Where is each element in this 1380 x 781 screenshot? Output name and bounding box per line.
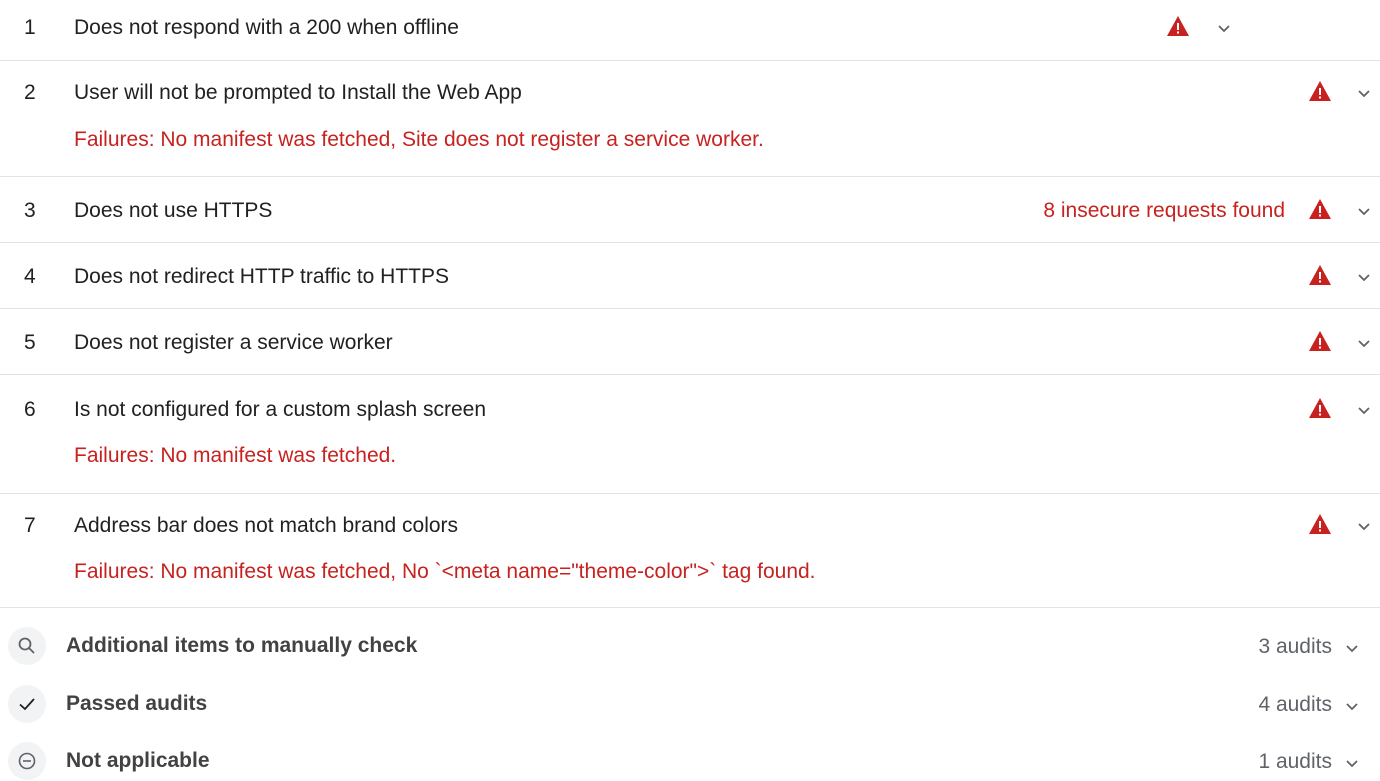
- audit-failure-text: Failures: No manifest was fetched.: [74, 444, 397, 467]
- chevron-down-icon[interactable]: [1356, 402, 1372, 418]
- chevron-down-icon[interactable]: [1344, 640, 1360, 656]
- audit-title: Address bar does not match brand colors: [74, 514, 459, 537]
- group-title: Additional items to manually check: [66, 634, 418, 657]
- warning-triangle-icon: [1309, 514, 1331, 534]
- audit-row[interactable]: 5 Does not register a service worker: [0, 309, 1380, 375]
- group-count: 4 audits: [1258, 693, 1332, 716]
- checkmark-icon: [8, 685, 46, 723]
- audit-number: 5: [24, 331, 36, 354]
- audit-title: Does not respond with a 200 when offline: [74, 16, 459, 39]
- audit-title: Is not configured for a custom splash sc…: [74, 398, 487, 421]
- group-title: Passed audits: [66, 692, 208, 715]
- audit-number: 7: [24, 514, 36, 537]
- warning-triangle-icon: [1309, 199, 1331, 219]
- group-title: Not applicable: [66, 749, 210, 772]
- audit-row[interactable]: 3 Does not use HTTPS 8 insecure requests…: [0, 177, 1380, 243]
- chevron-down-icon[interactable]: [1344, 755, 1360, 771]
- warning-triangle-icon: [1167, 16, 1189, 36]
- audit-failure-text: Failures: No manifest was fetched, Site …: [74, 128, 764, 151]
- audit-title: Does not use HTTPS: [74, 199, 273, 222]
- chevron-down-icon[interactable]: [1356, 269, 1372, 285]
- minus-circle-icon: [8, 742, 46, 780]
- group-count: 1 audits: [1258, 750, 1332, 773]
- chevron-down-icon[interactable]: [1344, 698, 1360, 714]
- audit-row[interactable]: 7 Address bar does not match brand color…: [0, 494, 1380, 608]
- audit-row[interactable]: 1 Does not respond with a 200 when offli…: [0, 0, 1380, 61]
- audit-title: User will not be prompted to Install the…: [74, 81, 522, 104]
- audit-display-value: 8 insecure requests found: [1043, 199, 1285, 222]
- group-manual-checks[interactable]: Additional items to manually check 3 aud…: [0, 626, 1380, 666]
- chevron-down-icon[interactable]: [1356, 85, 1372, 101]
- audit-number: 6: [24, 398, 36, 421]
- group-count: 3 audits: [1258, 635, 1332, 658]
- group-not-applicable[interactable]: Not applicable 1 audits: [0, 741, 1380, 781]
- audit-row[interactable]: 4 Does not redirect HTTP traffic to HTTP…: [0, 243, 1380, 309]
- chevron-down-icon[interactable]: [1356, 335, 1372, 351]
- warning-triangle-icon: [1309, 81, 1331, 101]
- group-passed-audits[interactable]: Passed audits 4 audits: [0, 684, 1380, 724]
- chevron-down-icon[interactable]: [1216, 20, 1232, 36]
- audit-title: Does not redirect HTTP traffic to HTTPS: [74, 265, 450, 288]
- audit-row[interactable]: 6 Is not configured for a custom splash …: [0, 375, 1380, 494]
- chevron-down-icon[interactable]: [1356, 518, 1372, 534]
- audit-number: 4: [24, 265, 36, 288]
- chevron-down-icon[interactable]: [1356, 203, 1372, 219]
- audit-number: 1: [24, 16, 36, 39]
- search-icon: [8, 627, 46, 665]
- warning-triangle-icon: [1309, 398, 1331, 418]
- audit-number: 2: [24, 81, 36, 104]
- audit-number: 3: [24, 199, 36, 222]
- audit-title: Does not register a service worker: [74, 331, 393, 354]
- warning-triangle-icon: [1309, 331, 1331, 351]
- audit-row[interactable]: 2 User will not be prompted to Install t…: [0, 61, 1380, 177]
- warning-triangle-icon: [1309, 265, 1331, 285]
- audit-failure-text: Failures: No manifest was fetched, No `<…: [74, 560, 816, 583]
